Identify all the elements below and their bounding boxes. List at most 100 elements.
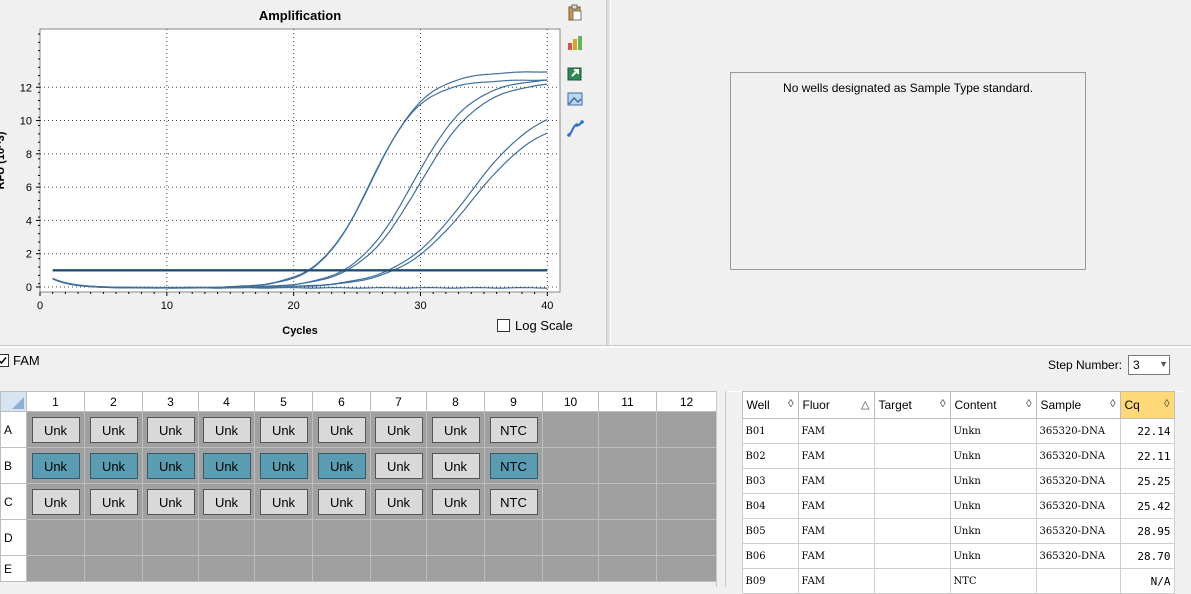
plate-well-cell[interactable]: [254, 519, 313, 556]
plate-well[interactable]: Unk: [431, 416, 480, 443]
table-row[interactable]: B02 FAM Unkn 365320-DNA 22.11: [728, 443, 1183, 469]
plate-well-cell[interactable]: [484, 555, 543, 582]
scrollbar-track[interactable]: [1174, 418, 1183, 444]
plate-well-cell[interactable]: NTC: [484, 411, 543, 448]
plate-well-cell[interactable]: Unk: [426, 483, 485, 520]
results-column-fluor[interactable]: Fluor △: [797, 391, 875, 419]
step-number-select[interactable]: 3 ▼: [1128, 355, 1171, 375]
plate-well-cell[interactable]: [312, 555, 371, 582]
table-row[interactable]: B05 FAM Unkn 365320-DNA 28.95: [728, 518, 1183, 544]
plate-well-cell[interactable]: [542, 411, 599, 448]
clipboard-icon[interactable]: [566, 4, 584, 22]
plate-well-cell[interactable]: [142, 555, 199, 582]
plate-well-cell[interactable]: [656, 519, 717, 556]
vertical-splitter[interactable]: [606, 0, 611, 345]
row-indicator[interactable]: [728, 468, 742, 494]
sort-icon[interactable]: ◊: [788, 398, 793, 410]
export-icon[interactable]: [566, 64, 584, 82]
amplification-chart[interactable]: 0 10 20 30 40 0 2 4 6 8 10 12 Amplification Cycles RFU…: [0, 0, 598, 345]
plate-well-cell[interactable]: [542, 483, 599, 520]
plate-well-cell[interactable]: [656, 555, 717, 582]
plate-column-header[interactable]: 2: [84, 391, 143, 412]
plate-well-cell[interactable]: Unk: [84, 447, 143, 484]
curve-icon[interactable]: [566, 120, 584, 138]
plate-row-header[interactable]: B: [0, 447, 27, 484]
plate-well-cell[interactable]: [598, 519, 657, 556]
fam-checkbox[interactable]: [0, 354, 9, 367]
plate-well-cell[interactable]: [26, 555, 85, 582]
scrollbar-track[interactable]: [1174, 543, 1183, 569]
plate-well-cell[interactable]: Unk: [370, 483, 427, 520]
row-indicator[interactable]: [728, 518, 742, 544]
plate-well[interactable]: Unk: [31, 416, 80, 443]
plate-well[interactable]: Unk: [431, 452, 480, 479]
plate-well-cell[interactable]: [656, 483, 717, 520]
plate-well[interactable]: Unk: [89, 452, 138, 479]
plot-area[interactable]: [39, 28, 561, 293]
plate-row-header[interactable]: C: [0, 483, 27, 520]
plate-well[interactable]: Unk: [146, 416, 195, 443]
plate-well-cell[interactable]: Unk: [426, 447, 485, 484]
plate-column-header[interactable]: 5: [254, 391, 313, 412]
plate-well-cell[interactable]: NTC: [484, 483, 543, 520]
plate-column-header[interactable]: 1: [26, 391, 85, 412]
plate-well[interactable]: Unk: [89, 488, 138, 515]
plate-well-cell[interactable]: [84, 555, 143, 582]
plate-well-cell[interactable]: Unk: [84, 411, 143, 448]
sort-icon[interactable]: ◊: [1026, 398, 1031, 410]
row-indicator[interactable]: [728, 568, 742, 594]
scrollbar-track[interactable]: [1174, 468, 1183, 494]
plate-well[interactable]: Unk: [259, 416, 308, 443]
plate-column-header[interactable]: 3: [142, 391, 199, 412]
plate-well[interactable]: Unk: [374, 452, 423, 479]
plate-well-cell[interactable]: [542, 519, 599, 556]
plate-column-header[interactable]: 11: [598, 391, 657, 412]
plate-well-cell[interactable]: Unk: [426, 411, 485, 448]
plate-well-cell[interactable]: [598, 483, 657, 520]
table-splitter[interactable]: [716, 391, 726, 587]
plate-corner-select-all[interactable]: [0, 391, 27, 412]
plate-well-cell[interactable]: [598, 411, 657, 448]
plate-well-cell[interactable]: [142, 519, 199, 556]
plate-well-cell[interactable]: Unk: [198, 483, 255, 520]
scrollbar-track[interactable]: [1174, 443, 1183, 469]
plate-well-cell[interactable]: [426, 519, 485, 556]
plate-well-cell[interactable]: [370, 519, 427, 556]
results-column-content[interactable]: Content ◊: [949, 391, 1037, 419]
results-column-cq[interactable]: Cq ◊: [1119, 391, 1175, 419]
table-row[interactable]: B04 FAM Unkn 365320-DNA 25.42: [728, 493, 1183, 519]
plate-column-header[interactable]: 9: [484, 391, 543, 412]
row-indicator[interactable]: [728, 543, 742, 569]
plate-well[interactable]: Unk: [374, 416, 423, 443]
row-indicator[interactable]: [728, 493, 742, 519]
plate-well[interactable]: Unk: [31, 452, 80, 479]
results-column-well[interactable]: Well ◊: [741, 391, 799, 419]
plate-well[interactable]: Unk: [431, 488, 480, 515]
scrollbar-track[interactable]: [1174, 518, 1183, 544]
sort-icon[interactable]: ◊: [1164, 398, 1169, 410]
plate-well-cell[interactable]: [254, 555, 313, 582]
results-column-sample[interactable]: Sample ◊: [1035, 391, 1121, 419]
log-scale-toggle[interactable]: Log Scale: [497, 318, 573, 333]
table-row[interactable]: B09 FAM NTC N/A: [728, 568, 1183, 594]
plate-well[interactable]: Unk: [317, 416, 366, 443]
plate-well-cell[interactable]: Unk: [142, 447, 199, 484]
plate-well-cell[interactable]: Unk: [142, 483, 199, 520]
plate-well[interactable]: Unk: [202, 488, 251, 515]
plate-well-cell[interactable]: Unk: [370, 411, 427, 448]
plate-well-cell[interactable]: [198, 555, 255, 582]
plate-well-cell[interactable]: [598, 447, 657, 484]
plate-well[interactable]: NTC: [489, 488, 538, 515]
plate-well-cell[interactable]: Unk: [26, 411, 85, 448]
plate-well-cell[interactable]: [656, 447, 717, 484]
plate-well-cell[interactable]: Unk: [254, 447, 313, 484]
table-row[interactable]: B03 FAM Unkn 365320-DNA 25.25: [728, 468, 1183, 494]
plate-well-cell[interactable]: Unk: [26, 483, 85, 520]
plate-well[interactable]: Unk: [374, 488, 423, 515]
plate-well-cell[interactable]: Unk: [142, 411, 199, 448]
plate-row-header[interactable]: D: [0, 519, 27, 556]
sort-icon[interactable]: △: [861, 398, 869, 411]
plate-well[interactable]: Unk: [259, 488, 308, 515]
row-indicator[interactable]: [728, 418, 742, 444]
plate-row-header[interactable]: E: [0, 555, 27, 582]
